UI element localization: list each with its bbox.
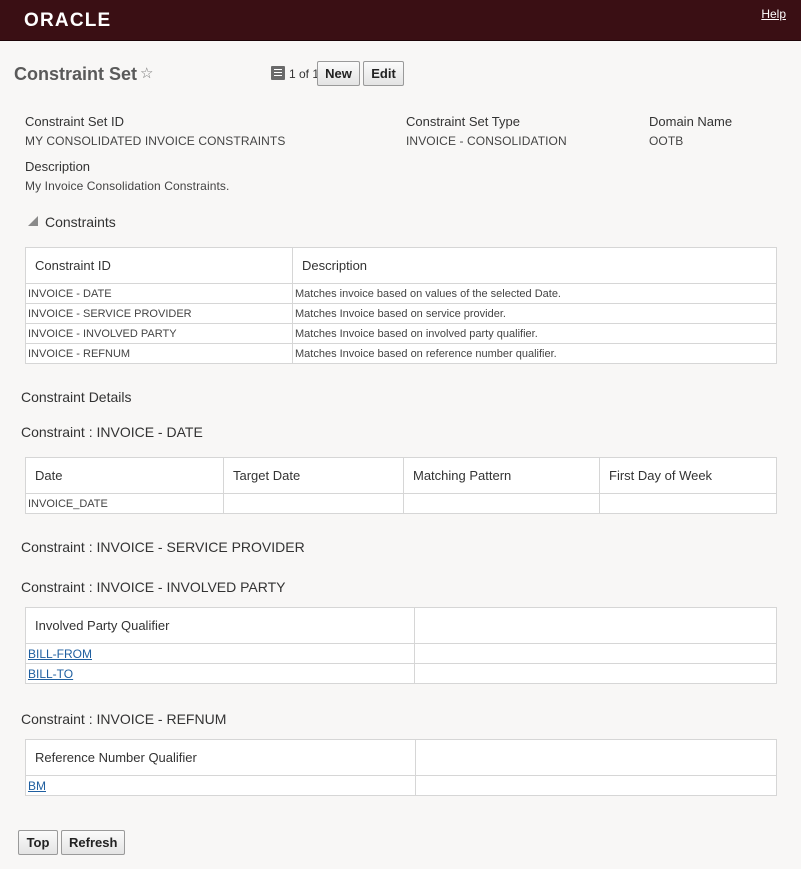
list-icon[interactable]	[271, 66, 285, 80]
bill-from-link[interactable]: BILL-FROM	[25, 643, 415, 664]
empty-cell	[414, 663, 777, 684]
favorite-star-icon[interactable]: ☆	[140, 64, 153, 82]
table-row[interactable]: INVOICE - SERVICE PROVIDER Matches Invoi…	[25, 303, 777, 324]
help-link[interactable]: Help	[761, 7, 786, 21]
refnum-constraint-heading: Constraint : INVOICE - REFNUM	[21, 711, 227, 727]
constraint-id-cell: INVOICE - REFNUM	[25, 343, 293, 364]
constraint-set-id-value: MY CONSOLIDATED INVOICE CONSTRAINTS	[25, 134, 286, 148]
constraints-table: Constraint ID Description INVOICE - DATE…	[25, 247, 777, 364]
constraint-set-id-label: Constraint Set ID	[25, 114, 124, 129]
column-header-first-day-of-week: First Day of Week	[599, 457, 777, 494]
edit-button[interactable]: Edit	[363, 61, 404, 86]
description-value: My Invoice Consolidation Constraints.	[25, 179, 230, 193]
column-header-involved-party-qualifier: Involved Party Qualifier	[25, 607, 415, 644]
domain-name-value: OOTB	[649, 134, 684, 148]
column-header-constraint-id: Constraint ID	[25, 247, 293, 284]
table-row[interactable]: INVOICE - DATE Matches invoice based on …	[25, 283, 777, 304]
constraints-section-title[interactable]: Constraints	[45, 214, 116, 230]
matching-pattern-cell	[403, 493, 600, 514]
constraint-id-cell: INVOICE - SERVICE PROVIDER	[25, 303, 293, 324]
column-header-reference-number-qualifier: Reference Number Qualifier	[25, 739, 416, 776]
oracle-logo: ORACLE	[24, 10, 112, 31]
description-cell: Matches Invoice based on involved party …	[292, 323, 777, 344]
table-row[interactable]: BILL-TO	[25, 663, 777, 684]
bill-to-link[interactable]: BILL-TO	[25, 663, 415, 684]
table-row[interactable]: INVOICE - REFNUM Matches Invoice based o…	[25, 343, 777, 364]
empty-cell	[414, 643, 777, 664]
target-date-cell	[223, 493, 404, 514]
description-label: Description	[25, 159, 91, 174]
service-provider-constraint-heading: Constraint : INVOICE - SERVICE PROVIDER	[21, 539, 305, 555]
description-cell: Matches Invoice based on reference numbe…	[292, 343, 777, 364]
column-header-empty	[414, 607, 777, 644]
top-button[interactable]: Top	[18, 830, 58, 855]
domain-name-label: Domain Name	[649, 114, 733, 129]
collapse-triangle-icon[interactable]	[28, 216, 38, 226]
column-header-description: Description	[292, 247, 777, 284]
table-row[interactable]: BILL-FROM	[25, 643, 777, 664]
description-cell: Matches invoice based on values of the s…	[292, 283, 777, 304]
table-row[interactable]: INVOICE - INVOLVED PARTY Matches Invoice…	[25, 323, 777, 344]
involved-party-constraint-heading: Constraint : INVOICE - INVOLVED PARTY	[21, 579, 286, 595]
refresh-button[interactable]: Refresh	[61, 830, 125, 855]
constraint-set-type-label: Constraint Set Type	[406, 114, 520, 129]
top-bar: ORACLE Help	[0, 0, 801, 41]
column-header-matching-pattern: Matching Pattern	[403, 457, 600, 494]
empty-cell	[415, 775, 777, 796]
column-header-date: Date	[25, 457, 224, 494]
table-row[interactable]: BM	[25, 775, 777, 796]
first-day-of-week-cell	[599, 493, 777, 514]
constraint-id-cell: INVOICE - DATE	[25, 283, 293, 304]
reference-number-table: Reference Number Qualifier BM	[25, 739, 777, 796]
bm-link[interactable]: BM	[25, 775, 416, 796]
constraint-set-type-value: INVOICE - CONSOLIDATION	[406, 134, 567, 148]
page-title: Constraint Set	[14, 64, 138, 84]
new-button[interactable]: New	[317, 61, 360, 86]
date-constraint-table: Date Target Date Matching Pattern First …	[25, 457, 777, 514]
column-header-empty	[415, 739, 777, 776]
date-constraint-heading: Constraint : INVOICE - DATE	[21, 424, 203, 440]
description-cell: Matches Invoice based on service provide…	[292, 303, 777, 324]
pager-text: 1 of 1	[289, 67, 320, 81]
constraint-id-cell: INVOICE - INVOLVED PARTY	[25, 323, 293, 344]
involved-party-table: Involved Party Qualifier BILL-FROM BILL-…	[25, 607, 777, 684]
table-row[interactable]: INVOICE_DATE	[25, 493, 777, 514]
constraint-details-title: Constraint Details	[21, 389, 132, 405]
column-header-target-date: Target Date	[223, 457, 404, 494]
date-cell: INVOICE_DATE	[25, 493, 224, 514]
